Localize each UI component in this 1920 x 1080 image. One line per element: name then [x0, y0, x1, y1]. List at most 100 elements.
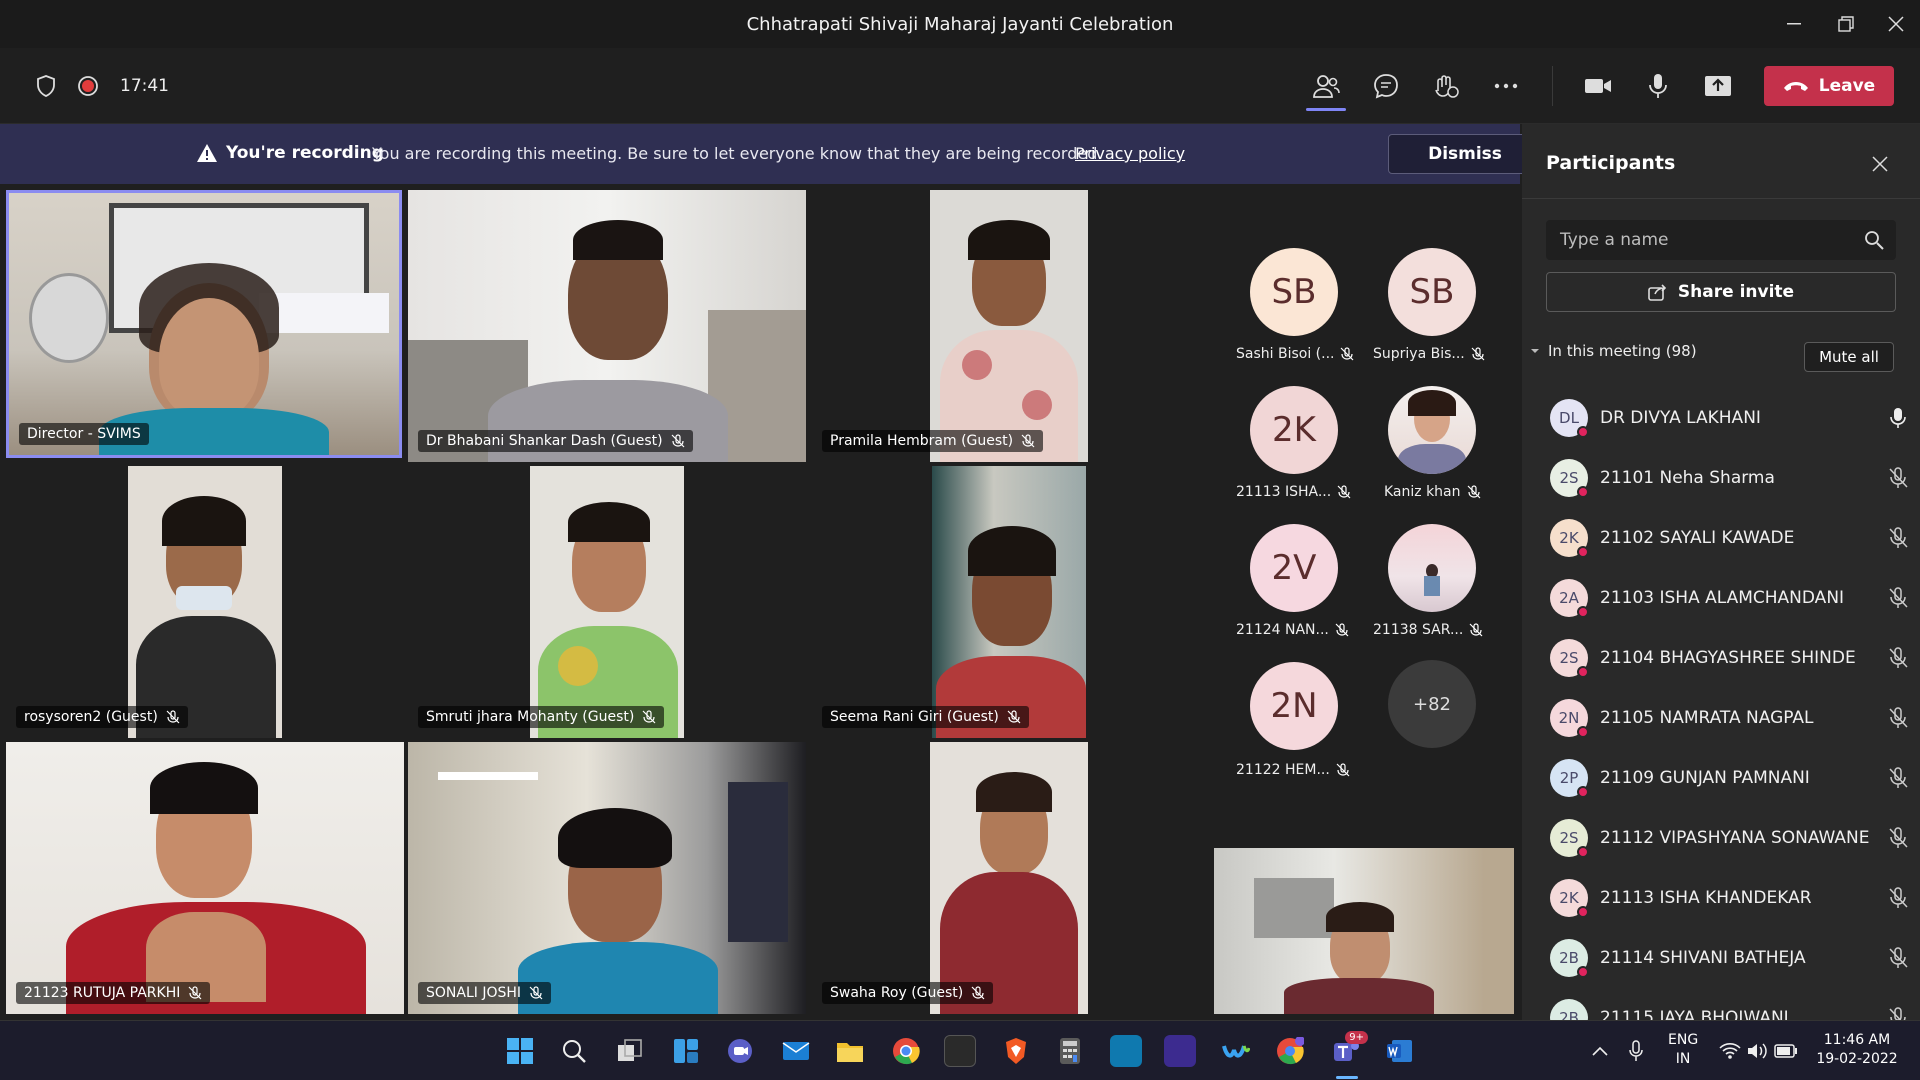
mail-icon[interactable] — [780, 1035, 812, 1067]
participant-row[interactable]: 2K 21113 ISHA KHANDEKAR — [1550, 876, 1910, 920]
mic-muted-icon[interactable] — [1886, 466, 1910, 490]
avatar-21122[interactable]: 2N — [1250, 662, 1338, 750]
mic-on-icon[interactable] — [1886, 406, 1910, 430]
avatar-label: Kaniz khan — [1384, 484, 1481, 500]
mic-muted-icon[interactable] — [1886, 706, 1910, 730]
participant-initials: 2P — [1559, 769, 1579, 787]
amazon-music-icon[interactable] — [1164, 1035, 1196, 1067]
language-indicator[interactable]: ENG IN — [1668, 1031, 1698, 1069]
microphone-tray-icon[interactable] — [1620, 1035, 1652, 1067]
participant-name: 21109 GUNJAN PAMNANI — [1600, 768, 1810, 788]
avatar-21124[interactable]: 2V — [1250, 524, 1338, 612]
clock[interactable]: 11:46 AM 19-02-2022 — [1812, 1031, 1902, 1069]
calculator-icon[interactable] — [1054, 1035, 1086, 1067]
microphone-icon[interactable] — [1638, 66, 1678, 106]
participant-row[interactable]: 2S 21101 Neha Sharma — [1550, 456, 1910, 500]
file-explorer-icon[interactable] — [834, 1035, 866, 1067]
recording-status-dot — [1577, 606, 1589, 618]
video-tile-rutuja[interactable]: 21123 RUTUJA PARKHI — [6, 742, 404, 1014]
leave-button[interactable]: Leave — [1764, 66, 1894, 106]
mic-muted-icon[interactable] — [1886, 826, 1910, 850]
mic-muted-icon[interactable] — [1886, 766, 1910, 790]
avatar-supriya[interactable]: SB — [1388, 248, 1476, 336]
participant-row[interactable]: 2A 21103 ISHA ALAMCHANDANI — [1550, 576, 1910, 620]
video-tile-swaha[interactable]: Swaha Roy (Guest) — [812, 742, 1212, 1014]
mysql-icon[interactable] — [944, 1035, 976, 1067]
avatar-name: 21138 SAR... — [1373, 622, 1464, 638]
participant-row[interactable]: 2N 21105 NAMRATA NAGPAL — [1550, 696, 1910, 740]
recording-status-dot — [1577, 726, 1589, 738]
video-tile-sonali[interactable]: SONALI JOSHI — [408, 742, 806, 1014]
share-screen-icon[interactable] — [1698, 66, 1738, 106]
mute-all-button[interactable]: Mute all — [1804, 342, 1894, 372]
recording-icon — [68, 66, 108, 106]
participant-row[interactable]: DL DR DIVYA LAKHANI — [1550, 396, 1910, 440]
participants-icon[interactable] — [1306, 66, 1346, 106]
mic-muted-icon[interactable] — [1886, 526, 1910, 550]
privacy-policy-link[interactable]: Privacy policy — [1075, 144, 1185, 163]
video-tile-bhabani[interactable]: Dr Bhabani Shankar Dash (Guest) — [408, 190, 806, 462]
teams-taskbar-icon[interactable]: 9+ — [1330, 1031, 1368, 1067]
meeting-toolbar: 17:41 — [0, 48, 1920, 124]
avatar-21138-photo[interactable] — [1388, 524, 1476, 612]
chrome-profile-icon[interactable] — [1274, 1035, 1306, 1067]
video-tile-seema[interactable]: Seema Rani Giri (Guest) — [812, 466, 1212, 738]
shield-icon[interactable] — [26, 66, 66, 106]
participant-name: Seema Rani Giri (Guest) — [830, 709, 999, 725]
participant-avatar: 2S — [1550, 639, 1589, 678]
meeting-timer: 17:41 — [120, 76, 169, 96]
section-header[interactable]: In this meeting (98) — [1530, 342, 1697, 360]
camera-icon[interactable] — [1578, 66, 1618, 106]
participant-initials: 2S — [1559, 469, 1579, 487]
windows-start-icon[interactable] — [504, 1035, 536, 1067]
more-participants-button[interactable]: +82 — [1388, 660, 1476, 748]
share-invite-button[interactable]: Share invite — [1546, 272, 1896, 312]
close-panel-icon[interactable] — [1866, 150, 1894, 178]
mic-muted-icon[interactable] — [1886, 586, 1910, 610]
chat-icon[interactable] — [1366, 66, 1406, 106]
close-window-icon[interactable] — [1866, 0, 1920, 48]
video-tile-smruti[interactable]: Smruti jhara Mohanty (Guest) — [408, 466, 806, 738]
prime-video-icon[interactable] — [1110, 1035, 1142, 1067]
avatar-21113[interactable]: 2K — [1250, 386, 1338, 474]
participant-avatar: DL — [1550, 399, 1589, 438]
video-tile-director[interactable]: Director - SVIMS — [6, 190, 402, 458]
dismiss-button[interactable]: Dismiss — [1388, 134, 1542, 174]
chrome-icon[interactable] — [890, 1035, 922, 1067]
avatar-label: 21122 HEM... — [1236, 762, 1350, 778]
active-tab-indicator — [1306, 108, 1346, 111]
region-code: IN — [1675, 1051, 1691, 1067]
widgets-icon[interactable] — [670, 1035, 702, 1067]
battery-icon[interactable] — [1770, 1035, 1802, 1067]
chevron-up-icon[interactable] — [1584, 1035, 1616, 1067]
video-tile-rosysoren[interactable]: rosysoren2 (Guest) — [6, 466, 404, 738]
participant-row[interactable]: 2P 21109 GUNJAN PAMNANI — [1550, 756, 1910, 800]
self-view-tile[interactable] — [1214, 848, 1514, 1014]
avatar-sashi[interactable]: SB — [1250, 248, 1338, 336]
video-tile-pramila[interactable]: Pramila Hembram (Guest) — [812, 190, 1212, 462]
participant-row[interactable]: 2K 21102 SAYALI KAWADE — [1550, 516, 1910, 560]
recording-status-dot — [1577, 966, 1589, 978]
avatar-label: Supriya Bis... — [1373, 346, 1485, 362]
participant-row[interactable]: 2B 21114 SHIVANI BATHEJA — [1550, 936, 1910, 980]
minimize-icon[interactable] — [1764, 0, 1824, 48]
search-input[interactable]: Type a name — [1546, 220, 1896, 260]
more-options-icon[interactable] — [1486, 66, 1526, 106]
chevron-down-icon — [1531, 349, 1539, 353]
participant-name: SONALI JOSHI — [426, 985, 522, 1001]
participant-row[interactable]: 2S 21112 VIPASHYANA SONAWANE — [1550, 816, 1910, 860]
mic-muted-icon[interactable] — [1886, 646, 1910, 670]
webex-icon[interactable] — [1220, 1035, 1252, 1067]
avatar-kaniz-photo[interactable] — [1388, 386, 1476, 474]
mic-muted-icon[interactable] — [1886, 946, 1910, 970]
brave-icon[interactable] — [1000, 1035, 1032, 1067]
participant-row[interactable]: 2S 21104 BHAGYASHREE SHINDE — [1550, 636, 1910, 680]
reactions-icon[interactable] — [1426, 66, 1466, 106]
recording-status-dot — [1577, 666, 1589, 678]
search-taskbar-icon[interactable] — [558, 1035, 590, 1067]
mic-muted-icon[interactable] — [1886, 886, 1910, 910]
chat-taskbar-icon[interactable] — [724, 1035, 756, 1067]
participant-initials: 2N — [1558, 709, 1580, 727]
word-icon[interactable] — [1384, 1035, 1416, 1067]
task-view-icon[interactable] — [614, 1035, 646, 1067]
